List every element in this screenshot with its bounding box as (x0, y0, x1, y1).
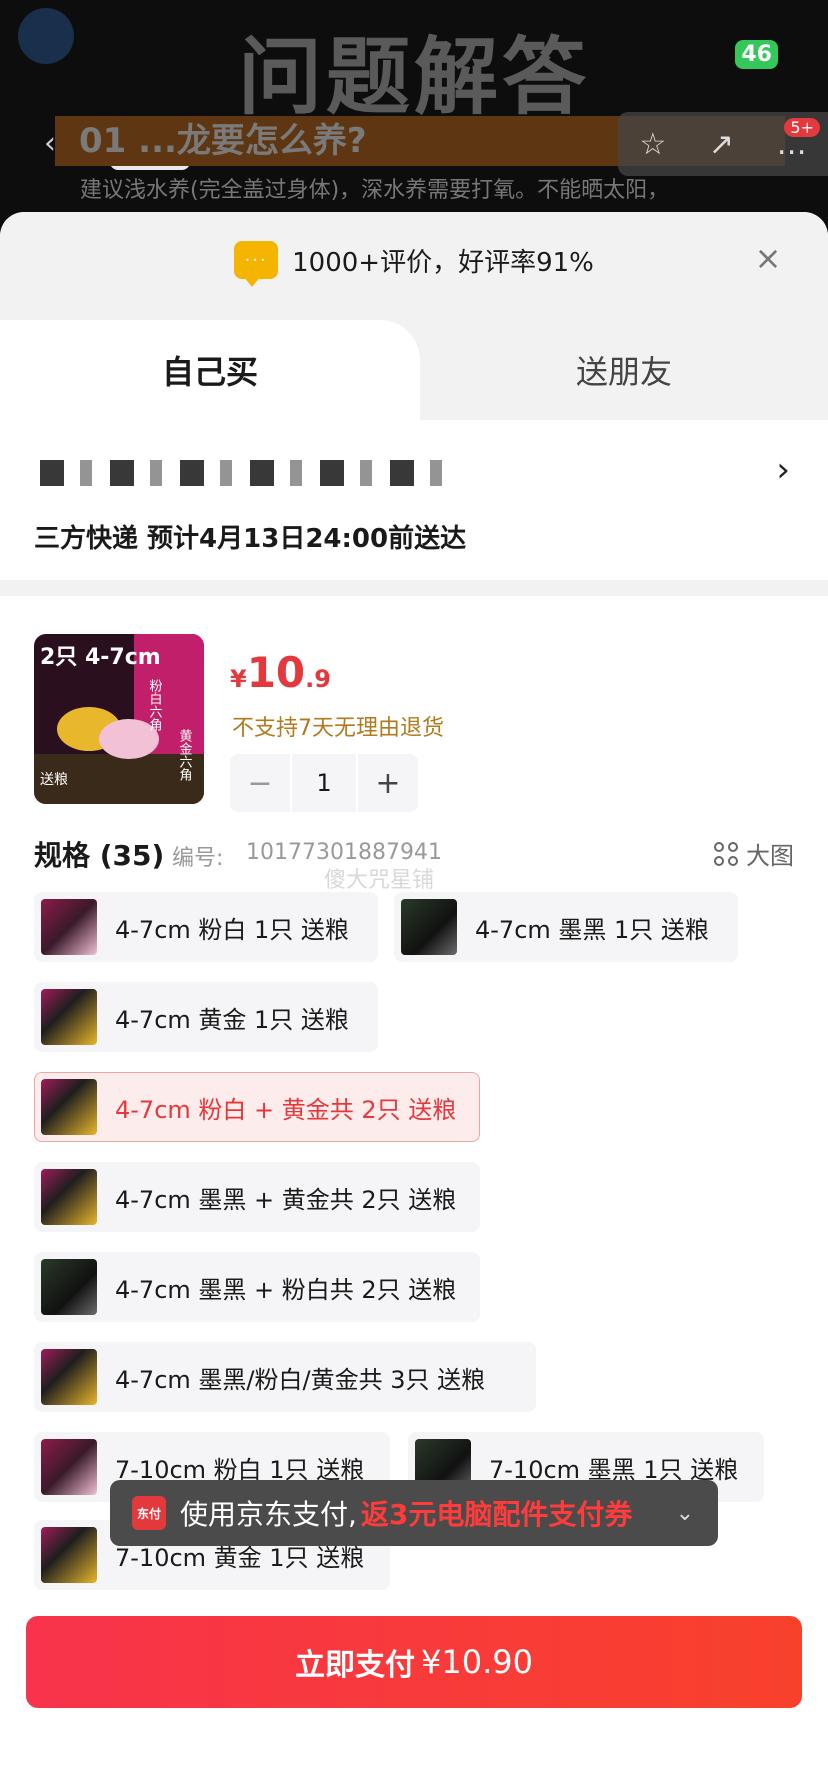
chevron-down-icon[interactable]: ⌄ (676, 1501, 694, 1526)
big-image-button[interactable]: 大图 (714, 836, 794, 871)
spec-thumbnail (41, 1259, 97, 1315)
spec-option[interactable]: 4-7cm 墨黑 + 黄金共 2只 送粮 (34, 1162, 480, 1232)
product-image-text-3: 黄金六角 (177, 729, 193, 782)
network-status-badge: 46 (735, 40, 778, 69)
share-icon[interactable]: ↗ (709, 127, 734, 162)
spec-thumbnail (41, 1349, 97, 1405)
pay-promo-text: 返3元电脑配件支付券 (360, 1498, 633, 1531)
address-redacted (40, 460, 460, 486)
spec-title: 规格 (35) (34, 839, 165, 872)
spec-option[interactable]: 4-7cm 墨黑 + 粉白共 2只 送粮 (34, 1252, 480, 1322)
quantity-stepper: − 1 + (230, 754, 418, 812)
jd-pay-icon: 东付 (132, 1496, 166, 1530)
delivery-estimate: 三方快递 预计4月13日24:00前送达 (34, 524, 467, 554)
spec-code-label: 编号: (172, 846, 224, 871)
spec-option-label: 4-7cm 黄金 1只 送粮 (115, 1005, 349, 1034)
jd-pay-promo-banner[interactable]: 东付 使用京东支付, 返3元电脑配件支付券 ⌄ (110, 1480, 718, 1546)
spec-thumbnail (41, 1527, 97, 1583)
spec-option-label: 4-7cm 粉白 1只 送粮 (115, 915, 349, 944)
no-return-notice: 不支持7天无理由退货 (232, 716, 444, 741)
spec-thumbnail (41, 899, 97, 955)
plus-button[interactable]: + (358, 754, 418, 812)
spec-option-label: 4-7cm 墨黑 1只 送粮 (475, 915, 709, 944)
spec-option-selected[interactable]: 4-7cm 粉白 + 黄金共 2只 送粮 (34, 1072, 480, 1142)
pay-button-label: 立即支付 (295, 1648, 416, 1683)
spec-option-label: 4-7cm 墨黑 + 黄金共 2只 送粮 (115, 1185, 457, 1214)
product-image-text-1: 2只 4-7cm (40, 645, 161, 670)
spec-option-label: 4-7cm 墨黑/粉白/黄金共 3只 送粮 (115, 1365, 486, 1394)
tab-buy-for-self[interactable]: 自己买 (0, 320, 420, 420)
spec-thumbnail (41, 1169, 97, 1225)
close-icon[interactable]: × (752, 242, 784, 274)
price: ¥10.9 (230, 648, 331, 697)
spec-thumbnail (41, 1079, 97, 1135)
pay-banner-text: 使用京东支付, (180, 1498, 357, 1531)
product-image-text-4: 送粮 (40, 772, 68, 788)
section-divider (0, 580, 828, 596)
price-decimal: .9 (305, 665, 331, 693)
big-image-label: 大图 (746, 842, 794, 870)
comment-icon: ··· (234, 241, 279, 287)
background-page: 问题解答 46 ‹ 商品 测评 01 ...龙要怎么养? ☆ ↗ … 5+ 建议… (0, 0, 828, 240)
spec-thumbnail (41, 1439, 97, 1495)
pay-button-amount: ¥10.90 (421, 1643, 533, 1681)
product-image-text-2: 粉白六角 (147, 679, 163, 732)
background-answer: 建议浅水养(完全盖过身体)，深水养需要打氧。不能晒太阳， (80, 178, 670, 203)
rating-bar: ··· 1000+评价，好评率91% × (0, 212, 828, 308)
price-currency: ¥ (230, 665, 247, 693)
minus-button[interactable]: − (230, 754, 290, 812)
price-integer: 10 (246, 648, 306, 697)
spec-option-label: 4-7cm 粉白 + 黄金共 2只 送粮 (115, 1095, 457, 1124)
tab-send-to-friend[interactable]: 送朋友 (420, 320, 828, 420)
spec-option[interactable]: 4-7cm 墨黑/粉白/黄金共 3只 送粮 (34, 1342, 536, 1412)
spec-option[interactable]: 4-7cm 粉白 1只 送粮 (34, 892, 378, 962)
spec-option-label: 4-7cm 墨黑 + 粉白共 2只 送粮 (115, 1275, 457, 1304)
spec-option[interactable]: 4-7cm 墨黑 1只 送粮 (394, 892, 738, 962)
purchase-sheet: ··· 1000+评价，好评率91% × 自己买 送朋友 › 三方快递 预计4月… (0, 212, 828, 1792)
spec-thumbnail (401, 899, 457, 955)
grid-icon (714, 841, 738, 866)
spec-header: 规格 (35) 编号: 10177301887941 傻大咒星铺 大图 (34, 834, 794, 893)
address-section[interactable]: › 三方快递 预计4月13日24:00前送达 (0, 420, 828, 580)
purchase-tabs: 自己买 送朋友 (0, 308, 828, 420)
chevron-right-icon[interactable]: › (776, 450, 790, 490)
message-count-badge: 5+ (784, 118, 820, 137)
star-icon[interactable]: ☆ (639, 127, 666, 162)
product-image[interactable]: 2只 4-7cm 粉白六角 黄金六角 送粮 (34, 634, 204, 804)
rating-text: 1000+评价，好评率91% (292, 247, 594, 278)
quantity-value[interactable]: 1 (292, 754, 356, 812)
pay-now-button[interactable]: 立即支付 ¥10.90 (26, 1616, 802, 1708)
spec-option[interactable]: 4-7cm 黄金 1只 送粮 (34, 982, 378, 1052)
spec-thumbnail (41, 989, 97, 1045)
shop-watermark: 傻大咒星铺 (324, 868, 435, 893)
